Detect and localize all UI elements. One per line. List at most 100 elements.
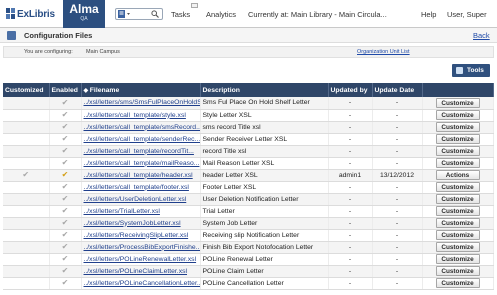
updated-by-cell: -: [328, 205, 373, 218]
action-cell: Customize: [422, 277, 494, 290]
filename-link[interactable]: ../xsl/letters/call_template/style.xsl: [81, 109, 201, 122]
filename-link[interactable]: ../xsl/letters/sms/SmsFulPlaceOnHoldSh..…: [81, 97, 201, 110]
filename-link[interactable]: ../xsl/letters/call_template/footer.xsl: [81, 181, 201, 194]
row-action-button[interactable]: Customize: [435, 194, 480, 204]
col-customized[interactable]: Customized: [3, 83, 50, 97]
action-cell: Customize: [422, 253, 494, 266]
enabled-check-icon: ✔: [61, 206, 69, 215]
exlibris-logo[interactable]: ExLibris: [6, 6, 55, 22]
enabled-cell: ✔: [49, 265, 82, 278]
updated-by-cell: -: [328, 217, 373, 230]
enabled-check-icon: ✔: [61, 97, 69, 107]
updated-by-cell: -: [328, 241, 373, 254]
col-filename-label: Filename: [89, 86, 120, 94]
filename-link[interactable]: ../xsl/letters/POLineClaimLetter.xsl: [81, 265, 201, 278]
description-cell: Finish Bib Export Notofocation Letter: [200, 241, 329, 254]
row-action-button[interactable]: Customize: [435, 146, 480, 156]
enabled-cell: ✔: [49, 241, 82, 254]
update-date-cell: -: [372, 97, 423, 110]
enabled-cell: ✔: [49, 157, 82, 170]
org-unit-list-link[interactable]: Organization Unit List: [357, 49, 410, 55]
row-action-button[interactable]: Customize: [435, 97, 480, 108]
filename-link[interactable]: ../xsl/letters/UserDeletionLetter.xsl: [81, 193, 201, 206]
updated-by-cell: -: [328, 109, 373, 122]
row-action-button[interactable]: Customize: [435, 278, 480, 288]
search-icon[interactable]: [151, 10, 159, 18]
enabled-check-icon: ✔: [61, 278, 69, 287]
table-row: ✔ ../xsl/letters/call_template/style.xsl S…: [3, 109, 494, 122]
row-action-button[interactable]: Customize: [435, 134, 480, 144]
customized-cell: [3, 229, 50, 242]
nav-tasks[interactable]: Tasks: [171, 10, 190, 19]
config-files-table: Customized Enabled ◆ Filename Descriptio…: [3, 83, 494, 290]
filename-link[interactable]: ../xsl/letters/POLineRenewalLetter.xsl: [81, 253, 201, 266]
description-cell: Mail Reason Letter XSL: [200, 157, 329, 170]
filename-link[interactable]: ../xsl/letters/TrialLetter.xsl: [81, 205, 201, 218]
tasks-notification-icon: [191, 3, 198, 8]
row-action-button[interactable]: Customize: [435, 206, 480, 216]
description-cell: Receiving slip Notification Letter: [200, 229, 329, 242]
filename-link[interactable]: ../xsl/letters/call_template/mailReaso..…: [81, 157, 201, 170]
description-cell: Sender Receiver Letter XSL: [200, 133, 329, 146]
description-cell: User Deletion Notification Letter: [200, 193, 329, 206]
configuring-bar: You are configuring: Main Campus Organiz…: [3, 46, 494, 58]
row-action-button[interactable]: Customize: [435, 218, 480, 228]
col-update-date[interactable]: Update Date: [372, 83, 423, 97]
filename-link[interactable]: ../xsl/letters/call_template/senderRec..…: [81, 133, 201, 146]
table-row: ✔ ../xsl/letters/call_template/footer.xsl…: [3, 181, 494, 194]
tools-button[interactable]: Tools: [452, 64, 490, 77]
filename-link[interactable]: ../xsl/letters/POLineCancellationLetter.…: [81, 277, 201, 290]
user-menu[interactable]: User, Super: [447, 10, 487, 19]
updated-by-cell: -: [328, 193, 373, 206]
row-action-button[interactable]: Actions: [435, 170, 480, 180]
customized-check-icon: ✔: [22, 170, 30, 179]
filename-link[interactable]: ../xsl/letters/SystemJobLetter.xsl: [81, 217, 201, 230]
col-description[interactable]: Description: [200, 83, 329, 97]
enabled-check-icon: ✔: [61, 194, 69, 203]
enabled-cell: ✔: [49, 109, 82, 122]
row-action-button[interactable]: Customize: [435, 122, 480, 132]
filename-link[interactable]: ../xsl/letters/ReceivingSlipLetter.xsl: [81, 229, 201, 242]
nav-analytics[interactable]: Analytics: [206, 10, 236, 19]
customized-cell: [3, 217, 50, 230]
search-scope-icon[interactable]: [118, 10, 131, 18]
table-row: ✔ ../xsl/letters/POLineCancellationLetter…: [3, 277, 494, 290]
filename-link[interactable]: ../xsl/letters/ProcessBibExportFinishe..…: [81, 241, 201, 254]
row-action-button[interactable]: Customize: [435, 230, 480, 240]
row-action-button[interactable]: Customize: [435, 182, 480, 192]
row-action-button[interactable]: Customize: [435, 254, 480, 264]
row-action-button[interactable]: Customize: [435, 110, 480, 120]
customized-cell: [3, 181, 50, 194]
action-cell: Actions: [422, 169, 494, 182]
updated-by-cell: -: [328, 157, 373, 170]
enabled-check-icon: ✔: [61, 254, 69, 263]
table-row: ✔ ../xsl/letters/SystemJobLetter.xsl Syste…: [3, 217, 494, 230]
nav-help[interactable]: Help: [421, 10, 436, 19]
col-updated-by[interactable]: Updated by: [328, 83, 373, 97]
app-name: Alma: [69, 2, 99, 16]
table-row: ✔ ../xsl/letters/TrialLetter.xsl Trial Let…: [3, 205, 494, 218]
customized-cell: [3, 145, 50, 158]
enabled-check-icon: ✔: [61, 110, 69, 119]
action-cell: Customize: [422, 265, 494, 278]
row-action-button[interactable]: Customize: [435, 158, 480, 168]
description-cell: sms record Title xsl: [200, 121, 329, 134]
filename-link[interactable]: ../xsl/letters/call_template/header.xsl: [81, 169, 201, 182]
filename-link[interactable]: ../xsl/letters/call_template/smsRecord..…: [81, 121, 201, 134]
col-filename[interactable]: ◆ Filename: [81, 83, 201, 97]
configuration-icon: [7, 31, 16, 40]
action-cell: Customize: [422, 181, 494, 194]
table-row: ✔ ../xsl/letters/POLineClaimLetter.xsl POL…: [3, 265, 494, 278]
col-enabled[interactable]: Enabled: [49, 83, 82, 97]
enabled-cell: ✔: [49, 121, 82, 134]
row-action-button[interactable]: Customize: [435, 266, 480, 276]
back-link[interactable]: Back: [473, 31, 490, 40]
filename-link[interactable]: ../xsl/letters/call_template/recordTit..…: [81, 145, 201, 158]
customized-cell: [3, 265, 50, 278]
row-action-button[interactable]: Customize: [435, 242, 480, 252]
table-row: ✔ ../xsl/letters/call_template/mailReaso.…: [3, 157, 494, 170]
alma-app-badge[interactable]: Alma QA: [63, 0, 105, 28]
exlibris-mark-icon: [6, 8, 15, 19]
current-location[interactable]: Currently at: Main Library - Main Circul…: [248, 10, 387, 19]
action-cell: Customize: [422, 229, 494, 242]
